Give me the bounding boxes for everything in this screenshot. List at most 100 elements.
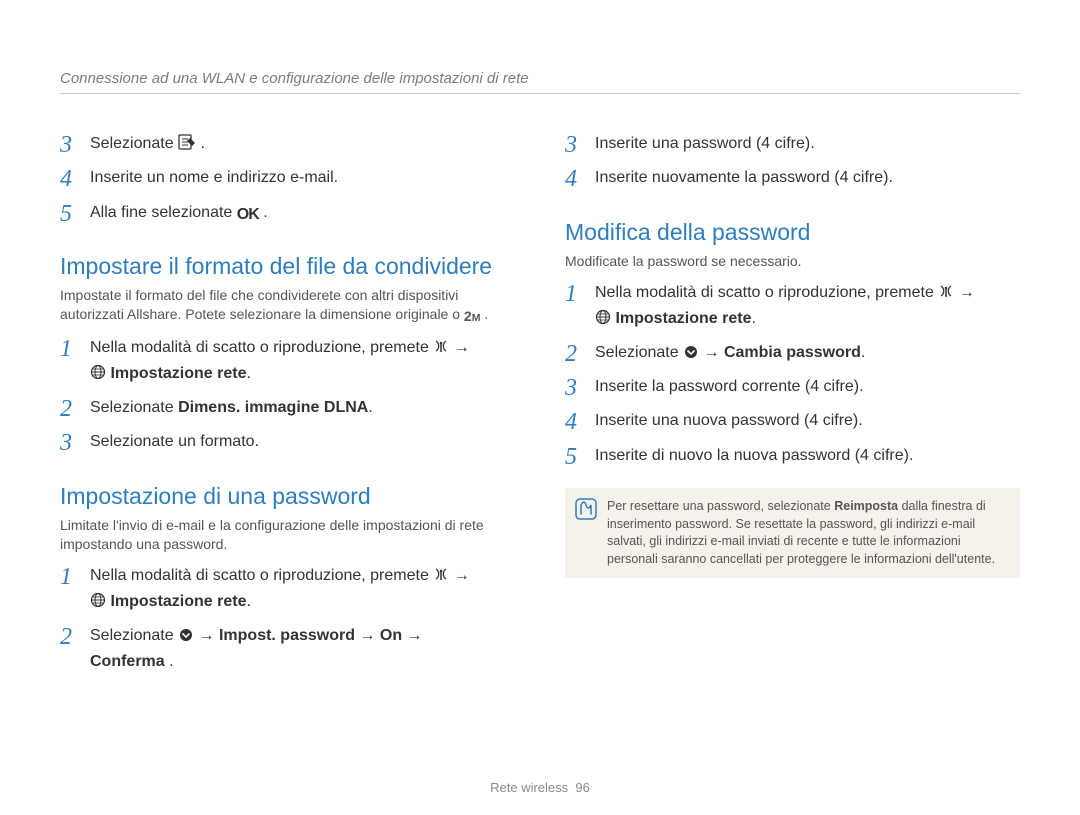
step-number: 3 — [60, 430, 90, 456]
step-number: 5 — [565, 444, 595, 470]
step-bold: Conferma — [90, 653, 165, 670]
desc-text: . — [484, 306, 488, 322]
note-bold: Reimposta — [834, 499, 898, 513]
step-item: 3 Inserite una password (4 cifre). — [565, 132, 1020, 158]
globe-icon — [90, 592, 106, 616]
step-text: Selezionate — [90, 627, 178, 644]
step-bold: Impost. password — [219, 627, 355, 644]
step-text: . — [368, 399, 372, 416]
note-box: Per resettare una password, selezionate … — [565, 488, 1020, 578]
footer-page-number: 96 — [575, 780, 589, 795]
step-item: 2 Selezionate → Impost. password → On → … — [60, 624, 515, 674]
step-number: 2 — [60, 396, 90, 422]
antenna-icon — [433, 566, 449, 590]
step-text: . — [201, 135, 205, 152]
step-body: Nella modalità di scatto o riproduzione,… — [90, 336, 515, 388]
globe-icon — [595, 309, 611, 333]
desc-text: Impostate il formato del file che condiv… — [60, 287, 464, 322]
section-desc: Limitate l'invio di e-mail e la configur… — [60, 516, 515, 554]
step-text: Selezionate — [595, 344, 683, 361]
step-body: Selezionate → Impost. password → On → Co… — [90, 624, 515, 674]
step-body: Selezionate . — [90, 132, 515, 158]
step-text: Inserite una nuova password (4 cifre). — [595, 412, 863, 429]
step-body: Selezionate un formato. — [90, 430, 515, 454]
step-bold: Cambia password — [724, 344, 861, 361]
step-item: 5 Inserite di nuovo la nuova password (4… — [565, 444, 1020, 470]
step-text: Selezionate un formato. — [90, 433, 259, 450]
step-text: Nella modalità di scatto o riproduzione,… — [595, 284, 938, 301]
step-item: 2 Selezionate → Cambia password. — [565, 341, 1020, 367]
step-text: . — [165, 653, 174, 670]
step-bold: On — [380, 627, 402, 644]
left-column: 3 Selezionate . 4 Inserite un nome e ind… — [60, 124, 515, 682]
step-number: 3 — [565, 375, 595, 401]
step-text: . — [861, 344, 865, 361]
section-title: Impostare il formato del file da condivi… — [60, 253, 515, 280]
step-item: 4 Inserite un nome e indirizzo e-mail. — [60, 166, 515, 192]
breadcrumb: Connessione ad una WLAN e configurazione… — [60, 70, 1020, 94]
step-text: . — [246, 593, 250, 610]
step-number: 1 — [565, 281, 595, 307]
note-info-icon — [575, 498, 597, 568]
step-text: Inserite la password corrente (4 cifre). — [595, 378, 864, 395]
step-text: Nella modalità di scatto o riproduzione,… — [90, 339, 433, 356]
columns: 3 Selezionate . 4 Inserite un nome e ind… — [60, 124, 1020, 682]
step-body: Selezionate Dimens. immagine DLNA. — [90, 396, 515, 420]
footer-label: Rete wireless — [490, 780, 568, 795]
section-desc: Impostate il formato del file che condiv… — [60, 286, 515, 326]
step-text: Selezionate — [90, 135, 178, 152]
step-body: Nella modalità di scatto o riproduzione,… — [90, 564, 515, 616]
step-body: Inserite un nome e indirizzo e-mail. — [90, 166, 515, 190]
step-number: 4 — [565, 166, 595, 192]
step-text: Inserite un nome e indirizzo e-mail. — [90, 169, 338, 186]
chevron-down-icon — [178, 626, 194, 650]
step-bold: Impostazione rete — [110, 365, 246, 382]
ok-icon: OK — [237, 203, 259, 227]
step-bold: Dimens. immagine DLNA — [178, 399, 368, 416]
step-number: 3 — [565, 132, 595, 158]
step-number: 3 — [60, 132, 90, 158]
step-number: 4 — [60, 166, 90, 192]
step-bold: Impostazione rete — [615, 310, 751, 327]
step-text: → — [959, 284, 975, 301]
step-number: 2 — [565, 341, 595, 367]
manual-page: Connessione ad una WLAN e configurazione… — [0, 0, 1080, 815]
step-body: Alla fine selezionate OK . — [90, 201, 515, 227]
step-body: Inserite nuovamente la password (4 cifre… — [595, 166, 1020, 190]
step-item: 4 Inserite nuovamente la password (4 cif… — [565, 166, 1020, 192]
step-text: → — [199, 627, 219, 644]
step-item: 3 Inserite la password corrente (4 cifre… — [565, 375, 1020, 401]
antenna-icon — [433, 338, 449, 362]
2m-size-icon: 2M — [464, 307, 481, 326]
step-item: 3 Selezionate . — [60, 132, 515, 158]
step-body: Inserite di nuovo la nuova password (4 c… — [595, 444, 1020, 468]
page-footer: Rete wireless 96 — [0, 780, 1080, 795]
step-number: 2 — [60, 624, 90, 650]
chevron-down-icon — [683, 343, 699, 367]
step-body: Inserite una password (4 cifre). — [595, 132, 1020, 156]
step-body: Inserite una nuova password (4 cifre). — [595, 409, 1020, 433]
step-text: → — [454, 339, 470, 356]
step-text: . — [751, 310, 755, 327]
note-edit-icon — [178, 134, 196, 158]
note-text-part: Per resettare una password, selezionate — [607, 499, 834, 513]
step-text: . — [246, 365, 250, 382]
step-text: → — [704, 344, 724, 361]
right-column: 3 Inserite una password (4 cifre). 4 Ins… — [565, 124, 1020, 682]
step-text: Nella modalità di scatto o riproduzione,… — [90, 567, 433, 584]
step-text: . — [263, 204, 267, 221]
step-body: Selezionate → Cambia password. — [595, 341, 1020, 367]
antenna-icon — [938, 283, 954, 307]
step-text: → — [402, 627, 422, 644]
globe-icon — [90, 364, 106, 388]
step-text: → — [454, 567, 470, 584]
step-bold: Impostazione rete — [110, 593, 246, 610]
section-title: Impostazione di una password — [60, 483, 515, 510]
step-body: Nella modalità di scatto o riproduzione,… — [595, 281, 1020, 333]
step-item: 2 Selezionate Dimens. immagine DLNA. — [60, 396, 515, 422]
step-number: 1 — [60, 336, 90, 362]
step-item: 1 Nella modalità di scatto o riproduzion… — [565, 281, 1020, 333]
step-number: 4 — [565, 409, 595, 435]
step-body: Inserite la password corrente (4 cifre). — [595, 375, 1020, 399]
section-title: Modifica della password — [565, 219, 1020, 246]
